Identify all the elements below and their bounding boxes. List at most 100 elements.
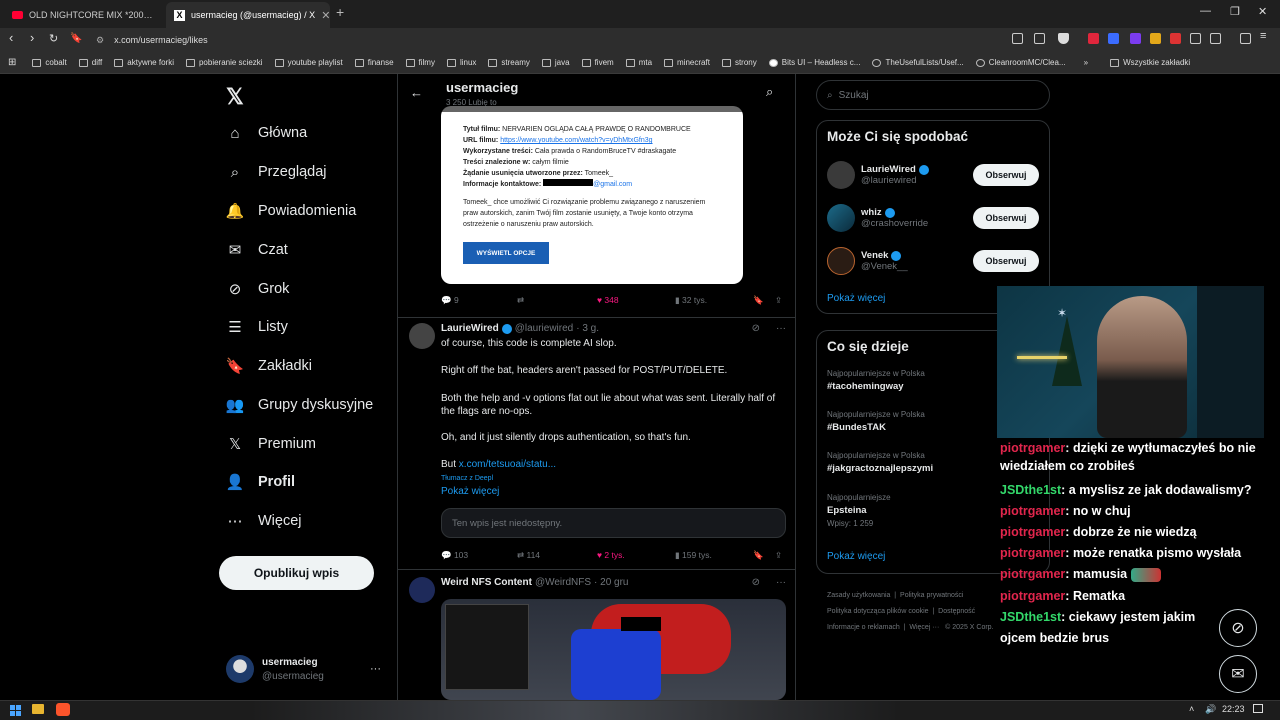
footer-link[interactable]: Polityka prywatności bbox=[900, 592, 963, 599]
tab-youtube[interactable]: OLD NIGHTCORE MIX *2000/2010 bbox=[4, 2, 162, 28]
bookmark-folder[interactable]: filmy bbox=[405, 58, 435, 67]
like-button[interactable]: ♥ 348 bbox=[597, 295, 619, 305]
suggestion-item[interactable]: Venek @Venek__ bbox=[827, 247, 908, 275]
post-button[interactable]: Opublikuj wpis bbox=[219, 556, 374, 590]
extension-icon[interactable] bbox=[1130, 33, 1141, 44]
notifications-icon[interactable] bbox=[1253, 704, 1263, 713]
sidebar-item-9[interactable]: 𝕏 Premium bbox=[226, 435, 316, 453]
bookmark-folder[interactable]: linux bbox=[446, 58, 476, 67]
trend-item[interactable]: Najpopularniejsze w Polska #BundesTAK bbox=[827, 410, 925, 433]
trend-item[interactable]: Najpopularniejsze w Polska #tacohemingway bbox=[827, 369, 925, 392]
author-name[interactable]: LaurieWired bbox=[441, 323, 499, 334]
author-name[interactable]: Weird NFS Content bbox=[441, 577, 532, 588]
views-button[interactable]: ▮ 159 tys. bbox=[675, 550, 712, 561]
share-icon[interactable]: ⇪ bbox=[775, 295, 782, 306]
grok-icon[interactable]: ⊘ bbox=[752, 577, 760, 588]
sidebar-item-8[interactable]: 👥 Grupy dyskusyjne bbox=[226, 396, 374, 414]
reply-button[interactable]: 💬 9 bbox=[441, 295, 459, 306]
cast-icon[interactable] bbox=[1012, 33, 1023, 44]
share-icon[interactable]: ⇪ bbox=[775, 550, 782, 561]
extensions-puzzle-icon[interactable] bbox=[1190, 33, 1201, 44]
sidebar-item-1[interactable]: ⌂ Główna bbox=[226, 124, 307, 142]
bookmark-folder[interactable]: mta bbox=[625, 58, 652, 67]
bookmark-item[interactable]: youtube playlist bbox=[274, 58, 343, 67]
view-options-button[interactable]: WYŚWIETL OPCJE bbox=[463, 242, 549, 264]
extension-icon[interactable] bbox=[1108, 33, 1119, 44]
account-switcher[interactable]: usermacieg @usermacieg bbox=[226, 655, 324, 683]
address-bar[interactable]: ⚙ x.com/usermacieg/likes bbox=[90, 31, 1000, 49]
trend-item[interactable]: Najpopularniejsze Epsteina Wpisy: 1 259 bbox=[827, 493, 891, 528]
more-icon[interactable]: ··· bbox=[776, 577, 786, 588]
suggestion-item[interactable]: LaurieWired @lauriewired bbox=[827, 161, 929, 189]
restore-icon[interactable]: ❐ bbox=[1230, 5, 1240, 18]
bookmark-folder[interactable]: fivem bbox=[581, 58, 614, 67]
brave-browser-icon[interactable] bbox=[56, 703, 70, 716]
bookmark-folder[interactable]: java bbox=[541, 58, 570, 67]
show-more-link[interactable]: Pokaż więcej bbox=[827, 293, 885, 304]
post-link[interactable]: x.com/tetsuoai/statu... bbox=[459, 459, 556, 470]
share-icon[interactable] bbox=[1034, 33, 1045, 44]
close-tab-icon[interactable]: ✕ bbox=[321, 9, 330, 22]
translate-link[interactable]: Tłumacz z Deepl bbox=[441, 475, 786, 482]
trend-item[interactable]: Najpopularniejsze w Polska #jakgractoznaj… bbox=[827, 451, 933, 474]
like-button[interactable]: ♥ 2 tys. bbox=[597, 550, 625, 560]
sidebar-item-7[interactable]: 🔖 Zakładki bbox=[226, 357, 312, 375]
follow-button[interactable]: Obserwuj bbox=[973, 207, 1039, 229]
author-handle[interactable]: @WeirdNFS bbox=[535, 577, 591, 588]
footer-link[interactable]: Dostępność bbox=[938, 608, 975, 615]
footer-link[interactable]: Polityka dotycząca plików cookie bbox=[827, 608, 929, 615]
bookmark-folder[interactable]: streamy bbox=[488, 58, 530, 67]
bookmark-page-icon[interactable]: 🔖 bbox=[70, 33, 82, 44]
bookmark-item[interactable]: cobalt bbox=[32, 58, 67, 67]
reload-icon[interactable]: ↻ bbox=[49, 32, 58, 45]
tab-x-profile[interactable]: X usermacieg (@usermacieg) / X ✕ bbox=[166, 2, 330, 28]
sidebar-item-2[interactable]: ⌕ Przeglądaj bbox=[226, 163, 327, 181]
suggestion-item[interactable]: whiz @crashoverride bbox=[827, 204, 928, 232]
messages-float-button[interactable]: ✉ bbox=[1219, 655, 1257, 693]
repost-button[interactable]: ⇄ 114 bbox=[517, 550, 540, 561]
bookmark-item[interactable]: pobieranie sciezki bbox=[185, 58, 263, 67]
bookmark-item[interactable]: CleanroomMC/Clea... bbox=[975, 58, 1066, 67]
back-arrow-icon[interactable]: ← bbox=[410, 85, 423, 100]
bookmark-item[interactable]: aktywne forki bbox=[114, 58, 174, 67]
sidebar-icon[interactable] bbox=[1210, 33, 1221, 44]
sidebar-item-6[interactable]: ☰ Listy bbox=[226, 318, 288, 336]
views-button[interactable]: ▮ 32 tys. bbox=[675, 295, 707, 306]
post-time[interactable]: · 3 g. bbox=[576, 323, 599, 334]
follow-button[interactable]: Obserwuj bbox=[973, 250, 1039, 272]
minimize-icon[interactable]: — bbox=[1200, 5, 1211, 17]
new-tab-button[interactable]: + bbox=[336, 4, 344, 20]
footer-link[interactable]: Więcej ··· bbox=[909, 624, 939, 631]
repost-button[interactable]: ⇄ bbox=[517, 295, 524, 306]
post-media[interactable] bbox=[441, 599, 786, 700]
x-logo-icon[interactable]: 𝕏 bbox=[226, 84, 244, 110]
post-time[interactable]: · 20 gru bbox=[594, 577, 628, 588]
avatar[interactable] bbox=[409, 577, 435, 603]
sidebar-item-10[interactable]: 👤 Profil bbox=[226, 473, 295, 491]
sidebar-item-3[interactable]: 🔔 Powiadomienia bbox=[226, 202, 357, 220]
extension-icon[interactable] bbox=[1170, 33, 1181, 44]
account-more-icon[interactable]: ··· bbox=[370, 663, 381, 675]
show-more-link[interactable]: Pokaż więcej bbox=[441, 486, 786, 497]
all-bookmarks[interactable]: Wszystkie zakładki bbox=[1110, 58, 1190, 67]
follow-button[interactable]: Obserwuj bbox=[973, 164, 1039, 186]
forward-icon[interactable]: › bbox=[30, 30, 34, 45]
menu-icon[interactable]: ≡ bbox=[1260, 30, 1266, 42]
apps-grid-icon[interactable]: ⊞ bbox=[8, 57, 16, 68]
reply-button[interactable]: 💬 103 bbox=[441, 550, 468, 561]
volume-icon[interactable]: 🔊 bbox=[1205, 704, 1216, 715]
bookmark-icon[interactable]: 🔖 bbox=[753, 550, 764, 561]
tray-chevron-icon[interactable]: ˄ bbox=[1189, 704, 1194, 714]
windows-start-icon[interactable] bbox=[10, 705, 21, 716]
bookmarks-overflow[interactable]: » bbox=[1084, 58, 1088, 67]
bookmark-icon[interactable]: 🔖 bbox=[753, 295, 764, 306]
file-explorer-icon[interactable] bbox=[32, 704, 44, 714]
notice-url[interactable]: https://www.youtube.com/watch?v=yDhMtxGf… bbox=[500, 137, 652, 144]
extension-icon[interactable] bbox=[1150, 33, 1161, 44]
extension-icon[interactable] bbox=[1088, 33, 1099, 44]
footer-link[interactable]: Informacje o reklamach bbox=[827, 624, 900, 631]
sidebar-item-11[interactable]: ⋯ Więcej bbox=[226, 512, 302, 530]
footer-link[interactable]: Zasady użytkowania bbox=[827, 592, 890, 599]
grok-float-button[interactable]: ⊘ bbox=[1219, 609, 1257, 647]
avatar[interactable] bbox=[409, 323, 435, 349]
